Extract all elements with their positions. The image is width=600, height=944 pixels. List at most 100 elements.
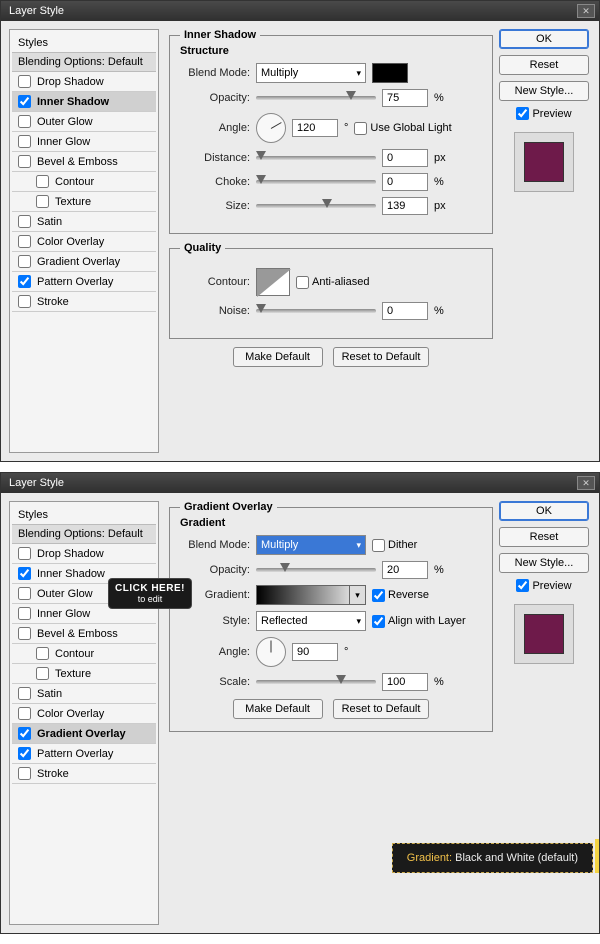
style-item-satin[interactable]: Satin [12, 212, 156, 232]
style-item-checkbox[interactable] [18, 747, 31, 760]
style-item-checkbox[interactable] [18, 95, 31, 108]
contour-picker[interactable] [256, 268, 290, 296]
style-item-contour[interactable]: Contour [12, 172, 156, 192]
use-global-light-checkbox[interactable]: Use Global Light [354, 122, 451, 135]
close-icon[interactable]: ✕ [577, 4, 595, 18]
style-item-bevel-emboss[interactable]: Bevel & Emboss [12, 152, 156, 172]
blending-options[interactable]: Blending Options: Default [12, 52, 156, 72]
style-item-gradient-overlay[interactable]: Gradient Overlay [12, 724, 156, 744]
scale-slider[interactable] [256, 680, 376, 684]
shadow-color-swatch[interactable] [372, 63, 408, 83]
blend-mode-select[interactable]: Multiply ▾ [256, 535, 366, 555]
style-item-stroke[interactable]: Stroke [12, 764, 156, 784]
style-item-checkbox[interactable] [18, 115, 31, 128]
noise-input[interactable]: 0 [382, 302, 428, 320]
distance-input[interactable]: 0 [382, 149, 428, 167]
style-item-drop-shadow[interactable]: Drop Shadow [12, 72, 156, 92]
style-item-color-overlay[interactable]: Color Overlay [12, 232, 156, 252]
style-item-checkbox[interactable] [18, 155, 31, 168]
style-item-checkbox[interactable] [18, 607, 31, 620]
style-item-checkbox[interactable] [18, 135, 31, 148]
make-default-button[interactable]: Make Default [233, 699, 323, 719]
reset-button[interactable]: Reset [499, 55, 589, 75]
preview-checkbox[interactable]: Preview [516, 107, 571, 120]
style-item-contour[interactable]: Contour [12, 644, 156, 664]
style-item-pattern-overlay[interactable]: Pattern Overlay [12, 272, 156, 292]
make-default-button[interactable]: Make Default [233, 347, 323, 367]
style-item-texture[interactable]: Texture [12, 664, 156, 684]
style-item-inner-shadow[interactable]: Inner Shadow [12, 92, 156, 112]
style-item-drop-shadow[interactable]: Drop Shadow [12, 544, 156, 564]
new-style-button[interactable]: New Style... [499, 553, 589, 573]
distance-slider[interactable] [256, 156, 376, 160]
noise-slider[interactable] [256, 309, 376, 313]
style-item-checkbox[interactable] [18, 255, 31, 268]
style-item-checkbox[interactable] [18, 235, 31, 248]
style-item-gradient-overlay[interactable]: Gradient Overlay [12, 252, 156, 272]
style-item-checkbox[interactable] [18, 75, 31, 88]
style-item-checkbox[interactable] [18, 567, 31, 580]
angle-dial[interactable] [256, 637, 286, 667]
blend-mode-select[interactable]: Multiply ▾ [256, 63, 366, 83]
reset-button[interactable]: Reset [499, 527, 589, 547]
style-item-checkbox[interactable] [18, 707, 31, 720]
ok-button[interactable]: OK [499, 501, 589, 521]
angle-dial[interactable] [256, 113, 286, 143]
size-input[interactable]: 139 [382, 197, 428, 215]
scale-input[interactable]: 100 [382, 673, 428, 691]
close-icon[interactable]: ✕ [577, 476, 595, 490]
blending-options[interactable]: Blending Options: Default [12, 524, 156, 544]
angle-input[interactable]: 120 [292, 119, 338, 137]
opacity-slider[interactable] [256, 96, 376, 100]
style-item-checkbox[interactable] [18, 587, 31, 600]
anti-aliased-checkbox[interactable]: Anti-aliased [296, 276, 369, 289]
style-item-inner-glow[interactable]: Inner Glow [12, 132, 156, 152]
style-item-checkbox[interactable] [18, 727, 31, 740]
preview-checkbox[interactable]: Preview [516, 579, 571, 592]
choke-input[interactable]: 0 [382, 173, 428, 191]
opacity-input[interactable]: 20 [382, 561, 428, 579]
style-item-checkbox[interactable] [36, 667, 49, 680]
reverse-label: Reverse [388, 589, 429, 601]
style-item-label: Inner Glow [37, 136, 90, 148]
reset-to-default-button[interactable]: Reset to Default [333, 699, 430, 719]
reverse-checkbox[interactable]: Reverse [372, 589, 429, 602]
style-item-checkbox[interactable] [18, 767, 31, 780]
style-item-checkbox[interactable] [36, 647, 49, 660]
style-item-checkbox[interactable] [18, 275, 31, 288]
gradient-picker[interactable]: ▾ [256, 585, 366, 605]
align-with-layer-checkbox[interactable]: Align with Layer [372, 615, 466, 628]
style-item-outer-glow[interactable]: Outer Glow [12, 112, 156, 132]
style-item-satin[interactable]: Satin [12, 684, 156, 704]
style-item-checkbox[interactable] [18, 627, 31, 640]
style-item-checkbox[interactable] [18, 295, 31, 308]
angle-input[interactable]: 90 [292, 643, 338, 661]
reset-to-default-button[interactable]: Reset to Default [333, 347, 430, 367]
style-item-color-overlay[interactable]: Color Overlay [12, 704, 156, 724]
style-item-checkbox[interactable] [18, 547, 31, 560]
opacity-input[interactable]: 75 [382, 89, 428, 107]
style-item-pattern-overlay[interactable]: Pattern Overlay [12, 744, 156, 764]
chevron-down-icon[interactable]: ▾ [349, 586, 365, 604]
style-item-checkbox[interactable] [18, 215, 31, 228]
style-item-texture[interactable]: Texture [12, 192, 156, 212]
styles-header[interactable]: Styles [12, 506, 156, 524]
style-item-checkbox[interactable] [36, 175, 49, 188]
style-item-checkbox[interactable] [18, 687, 31, 700]
dither-checkbox[interactable]: Dither [372, 539, 417, 552]
titlebar[interactable]: Layer Style ✕ [1, 473, 599, 493]
choke-slider[interactable] [256, 180, 376, 184]
styles-header[interactable]: Styles [12, 34, 156, 52]
chevron-down-icon: ▾ [356, 540, 361, 551]
ok-button[interactable]: OK [499, 29, 589, 49]
new-style-button[interactable]: New Style... [499, 81, 589, 101]
style-item-label: Inner Shadow [37, 96, 109, 108]
style-select[interactable]: Reflected ▾ [256, 611, 366, 631]
size-slider[interactable] [256, 204, 376, 208]
titlebar[interactable]: Layer Style ✕ [1, 1, 599, 21]
opacity-slider[interactable] [256, 568, 376, 572]
style-item-checkbox[interactable] [36, 195, 49, 208]
style-item-stroke[interactable]: Stroke [12, 292, 156, 312]
anti-aliased-label: Anti-aliased [312, 276, 369, 288]
style-item-bevel-emboss[interactable]: Bevel & Emboss [12, 624, 156, 644]
